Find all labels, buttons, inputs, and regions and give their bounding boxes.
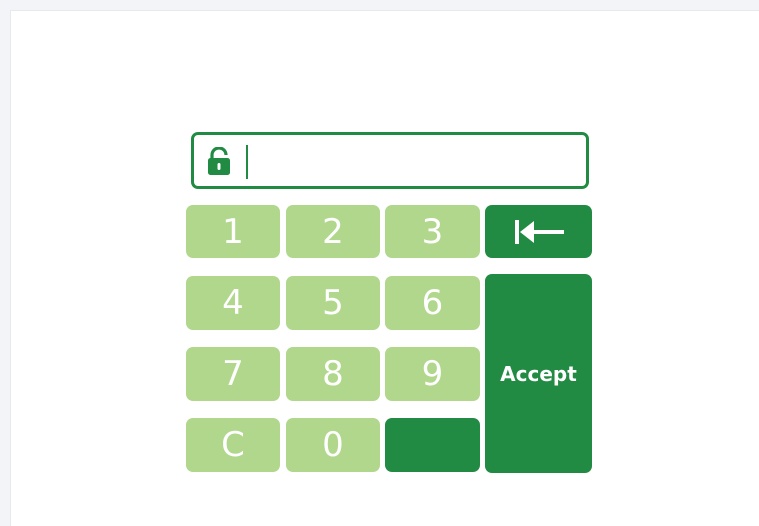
key-9[interactable]: 9 [385,347,480,401]
key-2[interactable]: 2 [286,205,380,258]
text-caret [246,145,248,179]
key-0[interactable]: 0 [286,418,380,472]
backspace-icon [514,219,564,244]
accept-button[interactable]: Accept [485,274,592,473]
backspace-button[interactable] [485,205,592,258]
key-1[interactable]: 1 [186,205,280,258]
key-7[interactable]: 7 [186,347,280,401]
key-6[interactable]: 6 [385,276,480,330]
unlock-icon [208,147,230,175]
pin-input[interactable] [191,132,589,189]
key-8[interactable]: 8 [286,347,380,401]
clear-button[interactable]: C [186,418,280,472]
key-3[interactable]: 3 [385,205,480,258]
blank-key[interactable] [385,418,480,472]
key-5[interactable]: 5 [286,276,380,330]
key-4[interactable]: 4 [186,276,280,330]
accept-label: Accept [500,361,577,386]
